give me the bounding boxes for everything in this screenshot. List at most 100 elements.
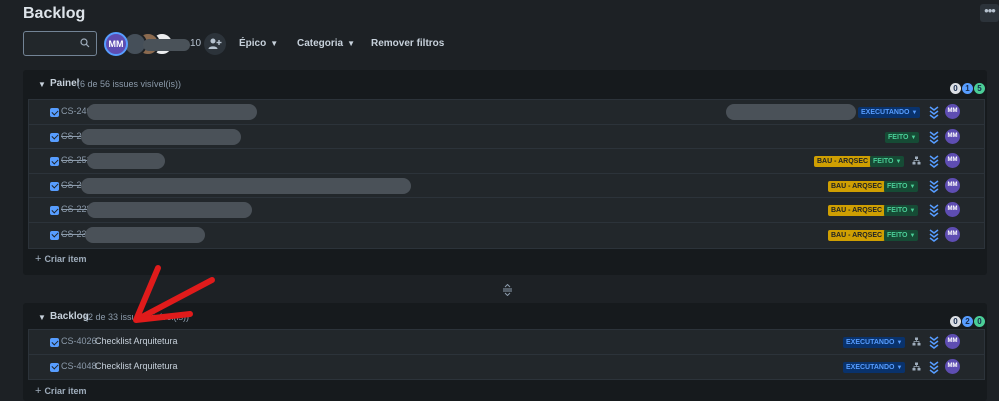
issue-row[interactable]: CS-246 EXECUTANDO ▼ MM — [29, 100, 984, 125]
count-done: 0 — [974, 316, 985, 327]
clear-filters-label: Remover filtros — [371, 38, 445, 49]
status-label: FEITO — [887, 182, 908, 190]
redacted-summary — [81, 177, 411, 194]
priority-lowest-icon — [929, 204, 939, 218]
assignee-avatar[interactable]: MM — [945, 104, 960, 119]
count-in-progress: 2 — [962, 316, 973, 327]
issue-row[interactable]: CS-25 FEITO ▼ MM — [29, 124, 984, 150]
priority-lowest-icon — [929, 130, 939, 144]
status-dropdown[interactable]: FEITO ▼ — [884, 229, 919, 241]
redacted-block — [143, 39, 190, 51]
assignee-avatar[interactable]: MM — [945, 226, 960, 242]
filter-epic-dropdown[interactable]: Épico ▼ — [239, 35, 278, 53]
sprint-status-counts: 015 — [949, 78, 985, 94]
status-label: EXECUTANDO — [846, 363, 895, 371]
add-person-icon — [208, 38, 222, 49]
chevron-down-icon: ▼ — [909, 183, 916, 190]
sprint-issue-list: CS-246 EXECUTANDO ▼ MM CS-25 FEITO ▼ MM CS… — [28, 99, 985, 249]
search-input[interactable] — [28, 35, 78, 52]
status-dropdown[interactable]: FEITO ▼ — [870, 156, 905, 168]
redacted-summary — [85, 226, 205, 243]
issue-type-icon — [50, 132, 59, 142]
chevron-down-icon: ▼ — [270, 39, 279, 48]
clear-filters-button[interactable]: Remover filtros — [371, 35, 444, 53]
create-item-label: Criar item — [44, 254, 87, 264]
avatar-extra-count[interactable]: 10 — [190, 38, 201, 49]
create-item-button[interactable]: + Criar item — [35, 385, 86, 397]
assignee-avatar[interactable]: MM — [945, 334, 960, 349]
backlog-issue-count: (2 de 33 issues visível(is)) — [85, 312, 190, 322]
assignee-avatar[interactable]: MM — [945, 177, 960, 193]
issue-row[interactable]: CS-251 BAU - ARQSEC FEITO ▼ MM — [29, 149, 984, 174]
issue-summary[interactable]: Checklist Arquitetura — [95, 361, 178, 371]
status-dropdown[interactable]: EXECUTANDO ▼ — [843, 361, 906, 373]
issue-summary[interactable]: Checklist Arquitetura — [95, 336, 178, 346]
epic-label[interactable]: BAU - ARQSEC — [828, 229, 886, 241]
backlog-issue-list: CS-4026 Checklist Arquitetura EXECUTANDO… — [28, 329, 985, 381]
issue-row[interactable]: CS-4026 Checklist Arquitetura EXECUTANDO… — [29, 330, 984, 355]
count-done: 5 — [974, 83, 985, 94]
redacted-epic — [726, 104, 856, 120]
priority-lowest-icon — [929, 336, 939, 349]
redacted-summary — [87, 104, 257, 120]
backlog-section: ▼ Backlog (2 de 33 issues visível(is)) 0… — [23, 303, 987, 401]
status-dropdown[interactable]: FEITO ▼ — [885, 131, 920, 143]
child-issues-icon — [912, 156, 921, 165]
page-title: Backlog — [23, 5, 86, 22]
chevron-down-icon: ▼ — [909, 208, 916, 215]
chevron-down-icon: ▼ — [895, 159, 902, 166]
epic-label[interactable]: BAU - ARQSEC — [814, 156, 872, 168]
backlog-title: Backlog — [50, 311, 89, 322]
issue-row[interactable]: CS-4048 Checklist Arquitetura EXECUTANDO… — [29, 354, 984, 380]
priority-lowest-icon — [929, 180, 939, 193]
add-people-button[interactable] — [204, 33, 226, 55]
status-dropdown[interactable]: FEITO ▼ — [884, 180, 919, 192]
assignee-avatar[interactable]: MM — [945, 128, 960, 144]
priority-lowest-icon — [929, 360, 939, 374]
count-todo: 0 — [950, 316, 961, 327]
epic-label[interactable]: BAU - ARQSEC — [828, 180, 886, 192]
drag-handle-icon[interactable] — [502, 284, 513, 296]
avatar-group[interactable]: MM 10 — [104, 31, 204, 57]
search-icon — [80, 38, 90, 48]
filter-category-dropdown[interactable]: Categoria ▼ — [297, 35, 355, 53]
assignee-avatar[interactable]: MM — [945, 202, 960, 218]
status-dropdown[interactable]: EXECUTANDO ▼ — [858, 107, 921, 118]
create-item-button[interactable]: + Criar item — [35, 253, 86, 265]
filter-epic-label: Épico — [239, 38, 267, 49]
issue-key[interactable]: CS-4026 — [61, 336, 97, 346]
status-dropdown[interactable]: EXECUTANDO ▼ — [843, 337, 906, 348]
chevron-down-icon: ▼ — [347, 39, 356, 48]
chevron-down-icon: ▼ — [911, 110, 918, 116]
sprint-header[interactable]: ▼ Painel (6 de 56 issues visível(is)) 01… — [23, 70, 987, 100]
chevron-down-icon[interactable]: ▼ — [38, 80, 46, 89]
issue-row[interactable]: CS-23 BAU - ARQSEC FEITO ▼ MM — [29, 222, 984, 248]
priority-lowest-icon — [929, 155, 939, 169]
more-actions-button[interactable]: ••• — [980, 4, 999, 22]
search-box[interactable] — [23, 31, 97, 56]
issue-key[interactable]: CS-23 — [61, 229, 87, 239]
epic-label[interactable]: BAU - ARQSEC — [828, 205, 886, 217]
chevron-down-icon[interactable]: ▼ — [38, 313, 46, 322]
status-dropdown[interactable]: FEITO ▼ — [884, 205, 919, 217]
avatar-current-user[interactable]: MM — [104, 32, 128, 56]
issue-key[interactable]: CS-4048 — [61, 361, 97, 371]
issue-type-icon — [50, 181, 59, 191]
redacted-summary — [87, 202, 252, 219]
sprint-title: Painel — [50, 78, 80, 89]
issue-type-icon — [50, 206, 59, 216]
status-label: FEITO — [887, 231, 908, 239]
issue-type-icon — [50, 157, 59, 167]
redacted-summary — [87, 153, 165, 170]
sprint-issue-count: (6 de 56 issues visível(is)) — [77, 79, 182, 89]
assignee-avatar[interactable]: MM — [945, 358, 960, 374]
assignee-avatar[interactable]: MM — [945, 153, 960, 169]
chevron-down-icon: ▼ — [896, 340, 903, 346]
chevron-down-icon: ▼ — [910, 134, 917, 141]
issue-type-icon — [50, 338, 59, 347]
priority-lowest-icon — [929, 229, 939, 242]
status-label: EXECUTANDO — [846, 339, 895, 346]
count-todo: 0 — [950, 83, 961, 94]
issue-row[interactable]: CS-228 BAU - ARQSEC FEITO ▼ MM — [29, 198, 984, 223]
issue-row[interactable]: CS-24 BAU - ARQSEC FEITO ▼ MM — [29, 173, 984, 199]
